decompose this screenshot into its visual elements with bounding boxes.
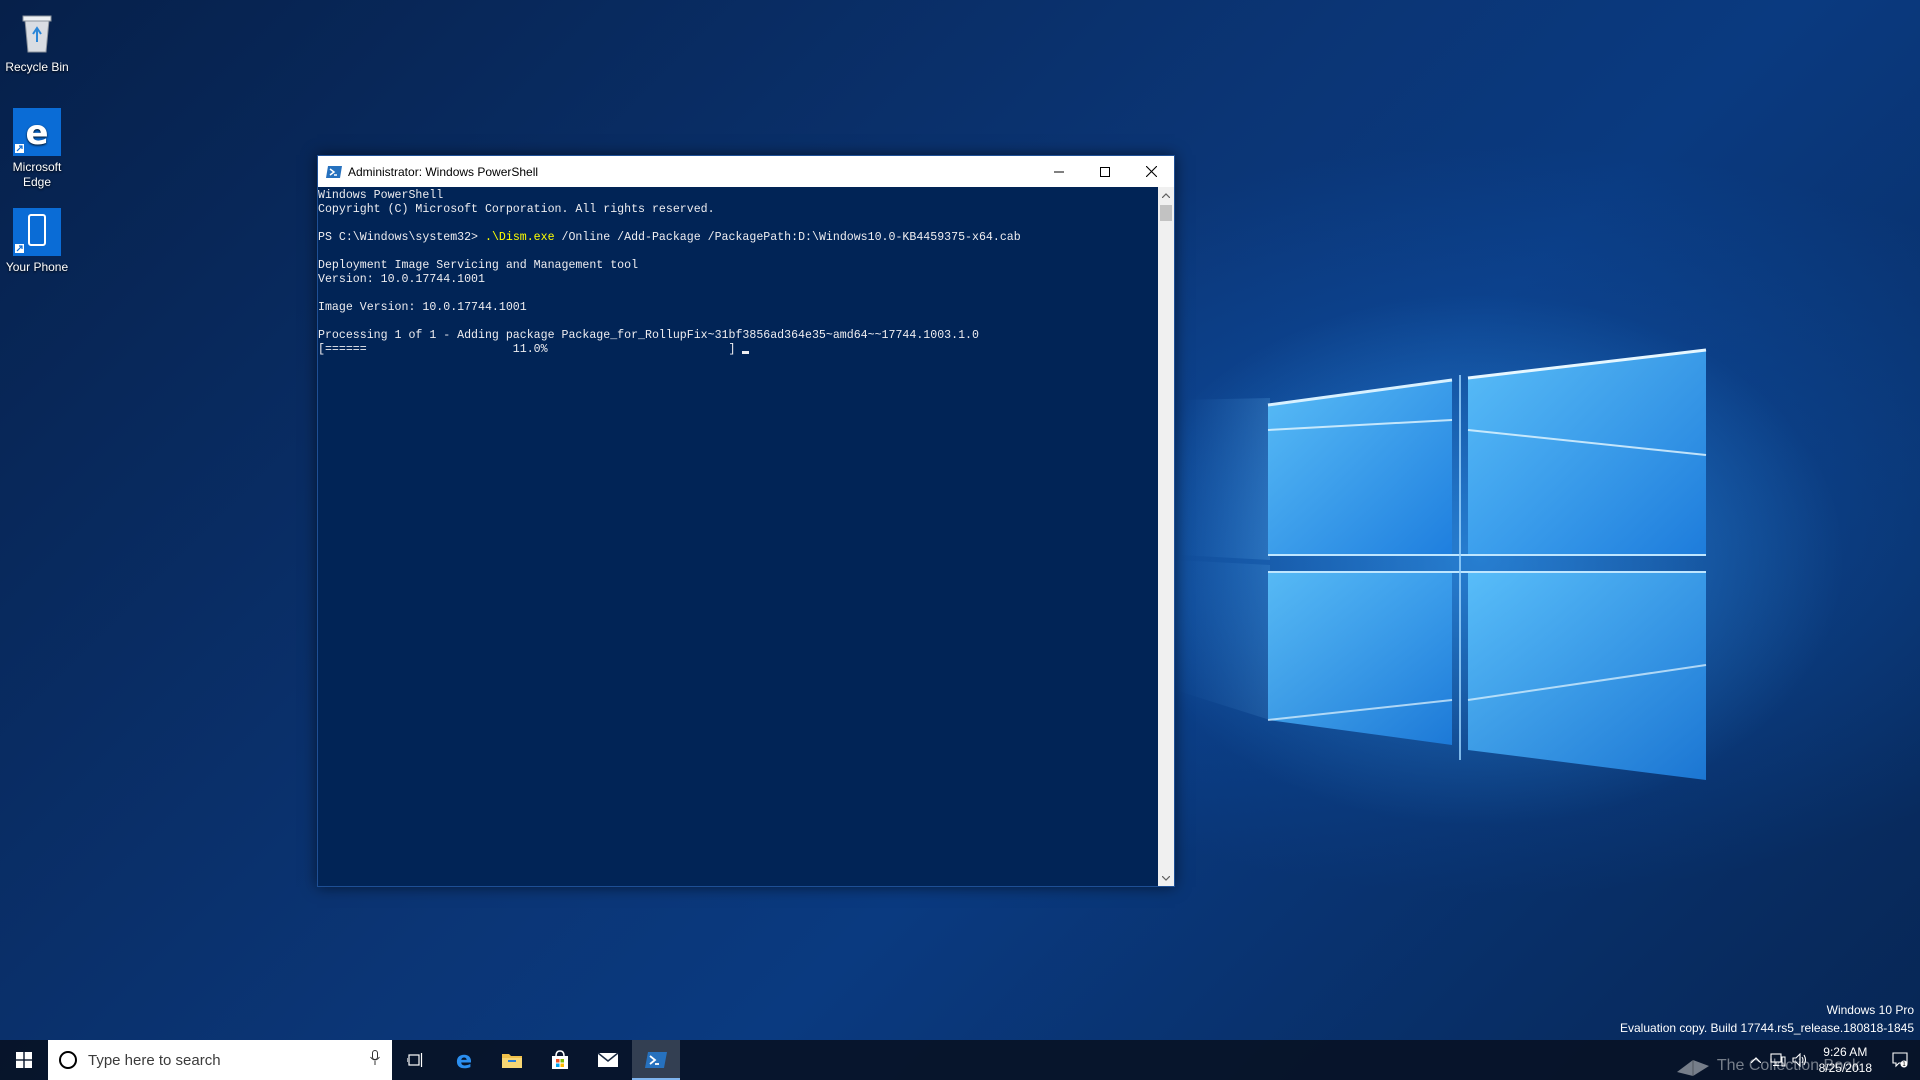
minimize-button[interactable] <box>1036 156 1082 187</box>
system-tray: 9:26 AM 8/25/2018 1 <box>1745 1040 1920 1080</box>
start-button[interactable] <box>0 1040 48 1080</box>
taskbar-mail-button[interactable] <box>584 1040 632 1080</box>
command-line: PS C:\Windows\system32> .\Dism.exe /Onli… <box>318 231 1158 245</box>
desktop-icon-label: Recycle Bin <box>5 60 69 74</box>
svg-text:1: 1 <box>1902 1061 1906 1068</box>
task-view-button[interactable] <box>392 1040 440 1080</box>
text-cursor <box>742 351 750 354</box>
desktop-icon-recycle-bin[interactable]: Recycle Bin <box>0 8 74 75</box>
taskbar-search-box[interactable]: Type here to search <box>48 1040 392 1080</box>
desktop-icon-label: Microsoft Edge <box>12 160 62 189</box>
svg-text:e: e <box>25 113 48 153</box>
close-button[interactable] <box>1128 156 1174 187</box>
search-placeholder: Type here to search <box>88 1051 221 1069</box>
console-line: Version: 10.0.17744.1001 <box>318 273 485 286</box>
taskbar: Type here to search e 9:26 AM 8/25/2018 … <box>0 1040 1920 1080</box>
edge-icon: e <box>13 108 61 156</box>
file-explorer-icon <box>502 1054 522 1068</box>
network-button[interactable] <box>1767 1040 1789 1080</box>
progress-bar-text: [====== 11.0% ] <box>318 343 743 356</box>
scroll-thumb[interactable] <box>1160 205 1172 221</box>
powershell-icon <box>326 164 342 180</box>
book-logo-icon <box>1676 1060 1709 1076</box>
windows-edition: Windows 10 Pro <box>1826 1003 1914 1017</box>
prompt: PS C:\Windows\system32> <box>318 231 485 244</box>
command-arguments: /Online /Add-Package /PackagePath:D:\Win… <box>554 231 1021 244</box>
clock-date: 8/25/2018 <box>1818 1061 1872 1075</box>
cortana-icon <box>59 1051 77 1069</box>
scroll-up-button[interactable] <box>1158 187 1174 203</box>
command-executable: .\Dism.exe <box>484 231 555 244</box>
microphone-icon[interactable] <box>370 1050 380 1070</box>
phone-icon <box>13 208 61 256</box>
desktop-icon-microsoft-edge[interactable]: e Microsoft Edge <box>0 108 74 190</box>
window-titlebar[interactable]: Administrator: Windows PowerShell <box>318 156 1174 187</box>
desktop-watermark: Windows 10 Pro Evaluation copy. Build 17… <box>1620 1001 1914 1037</box>
recycle-bin-icon <box>13 8 61 56</box>
taskbar-edge-button[interactable]: e <box>440 1040 488 1080</box>
vertical-scrollbar[interactable] <box>1158 187 1174 886</box>
powershell-icon <box>645 1052 667 1068</box>
taskbar-powershell-button[interactable] <box>632 1040 680 1080</box>
chevron-down-icon <box>1162 875 1170 881</box>
svg-text:e: e <box>456 1049 472 1071</box>
volume-button[interactable] <box>1789 1040 1811 1080</box>
task-view-icon <box>407 1053 423 1067</box>
console-line: Windows PowerShell <box>318 189 444 202</box>
console-line: Deployment Image Servicing and Managemen… <box>318 259 639 272</box>
clock-time: 9:26 AM <box>1823 1045 1868 1059</box>
console-line: Processing 1 of 1 - Adding package Packa… <box>318 329 979 342</box>
taskbar-clock[interactable]: 9:26 AM 8/25/2018 <box>1811 1044 1880 1076</box>
maximize-icon <box>1100 166 1110 177</box>
progress-line: [====== 11.0% ] <box>318 343 1158 357</box>
minimize-icon <box>1054 171 1064 172</box>
action-center-button[interactable]: 1 <box>1880 1040 1920 1080</box>
taskbar-store-button[interactable] <box>536 1040 584 1080</box>
show-hidden-icons-button[interactable] <box>1745 1040 1767 1080</box>
console-line: Copyright (C) Microsoft Corporation. All… <box>318 203 715 216</box>
maximize-button[interactable] <box>1082 156 1128 187</box>
edge-icon: e <box>456 1049 472 1071</box>
console-line: Image Version: 10.0.17744.1001 <box>318 301 527 314</box>
store-icon <box>552 1050 568 1069</box>
chevron-up-icon <box>1750 1057 1761 1063</box>
windows-start-icon <box>16 1052 32 1068</box>
desktop-icon-your-phone[interactable]: Your Phone <box>0 208 74 275</box>
mail-icon <box>597 1052 619 1067</box>
close-icon <box>1145 166 1157 177</box>
notification-icon: 1 <box>1892 1052 1908 1068</box>
console-output[interactable]: Windows PowerShell Copyright (C) Microsof… <box>318 187 1158 886</box>
powershell-window[interactable]: Administrator: Windows PowerShell Window… <box>317 155 1175 887</box>
taskbar-file-explorer-button[interactable] <box>488 1040 536 1080</box>
desktop-icon-label: Your Phone <box>5 260 69 274</box>
chevron-up-icon <box>1162 192 1170 198</box>
scroll-down-button[interactable] <box>1158 870 1174 886</box>
speaker-icon <box>1792 1053 1806 1067</box>
build-info: Evaluation copy. Build 17744.rs5_release… <box>1620 1021 1914 1035</box>
window-title: Administrator: Windows PowerShell <box>348 164 539 179</box>
network-icon <box>1770 1053 1786 1067</box>
